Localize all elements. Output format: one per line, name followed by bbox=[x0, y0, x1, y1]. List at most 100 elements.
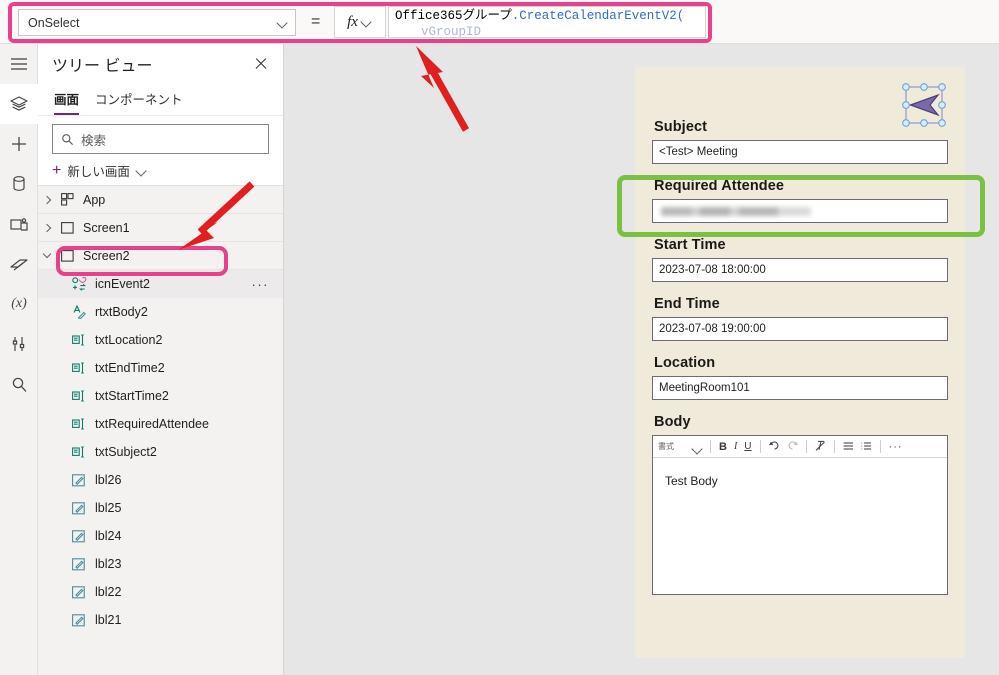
tree-item-lbl23[interactable]: lbl23 bbox=[38, 550, 283, 578]
rich-text-editor[interactable]: 書式 B I U ··· Test Body bbox=[652, 435, 948, 595]
toolbar-divider bbox=[879, 440, 881, 453]
input-start-time[interactable]: 2023-07-08 18:00:00 bbox=[652, 258, 948, 282]
tree-item-screen1[interactable]: Screen1 bbox=[38, 214, 283, 242]
collapse-caret-icon[interactable] bbox=[38, 242, 56, 270]
tree-item-txtendtime2[interactable]: txtEndTime2 bbox=[38, 354, 283, 382]
toolbar-divider bbox=[833, 440, 835, 453]
equals-sign: = bbox=[311, 13, 321, 30]
property-select[interactable]: OnSelect bbox=[18, 9, 296, 36]
label-icon bbox=[68, 585, 90, 599]
tree-item-label: rtxtBody2 bbox=[95, 305, 148, 319]
richtext-icon bbox=[68, 305, 90, 319]
label-icon bbox=[68, 557, 90, 571]
tree-item-lbl24[interactable]: lbl24 bbox=[38, 522, 283, 550]
new-screen-label: 新しい画面 bbox=[67, 165, 130, 179]
input-required-attendee[interactable] bbox=[652, 199, 948, 223]
tree-item-screen2[interactable]: Screen2 bbox=[38, 242, 283, 270]
text-style-group: B I U bbox=[719, 441, 752, 453]
formula-function: .CreateCalendarEventV2( bbox=[511, 9, 685, 23]
tree-item-app[interactable]: App bbox=[38, 186, 283, 214]
tree-view-header: ツリー ビュー bbox=[38, 44, 283, 84]
input-location-value: MeetingRoom101 bbox=[659, 382, 750, 394]
hamburger-menu-icon[interactable] bbox=[0, 44, 38, 84]
input-subject-value: <Test> Meeting bbox=[659, 146, 738, 158]
tree-item-label: App bbox=[83, 192, 106, 207]
label-icon bbox=[68, 613, 90, 627]
formula-bar: OnSelect = fx Office365グループ.CreateCalend… bbox=[0, 0, 999, 44]
tree-item-label: lbl22 bbox=[95, 585, 122, 599]
tree-item-txtrequiredattendee[interactable]: txtRequiredAttendee bbox=[38, 410, 283, 438]
redo-icon[interactable] bbox=[787, 441, 798, 453]
expand-caret-icon[interactable] bbox=[38, 214, 56, 242]
textinput-icon bbox=[68, 390, 90, 402]
data-cylinder-icon[interactable] bbox=[0, 164, 38, 204]
toolbar-divider bbox=[710, 440, 711, 453]
tree-item-label: lbl23 bbox=[95, 557, 122, 571]
rich-text-content[interactable]: Test Body bbox=[653, 458, 947, 488]
app-screen-preview: Subject <Test> Meeting Required Attendee… bbox=[635, 67, 965, 658]
power-automate-icon[interactable] bbox=[0, 244, 38, 284]
input-required-attendee-value-redacted bbox=[661, 206, 811, 216]
app-icon bbox=[56, 193, 78, 206]
send-paper-plane-icon[interactable] bbox=[899, 81, 949, 129]
tree-item-label: txtSubject2 bbox=[95, 445, 157, 459]
tree-item-more-menu[interactable]: ··· bbox=[252, 277, 270, 292]
label-start-time: Start Time bbox=[654, 237, 726, 253]
formula-line-1: Office365グループ.CreateCalendarEventV2( bbox=[395, 9, 701, 24]
tree-view-icon[interactable] bbox=[0, 84, 38, 124]
label-location: Location bbox=[654, 355, 716, 371]
input-end-time[interactable]: 2023-07-08 19:00:00 bbox=[652, 317, 948, 341]
tree-item-label: lbl26 bbox=[95, 473, 122, 487]
search-icon[interactable] bbox=[0, 364, 38, 404]
close-icon[interactable] bbox=[251, 54, 271, 74]
tree-item-icnevent2[interactable]: icnEvent2 ··· bbox=[38, 270, 283, 298]
formula-input[interactable]: Office365グループ.CreateCalendarEventV2( vGr… bbox=[388, 6, 706, 38]
tree-item-txtlocation2[interactable]: txtLocation2 bbox=[38, 326, 283, 354]
tab-components[interactable]: コンポーネント bbox=[95, 89, 183, 115]
tree-item-txtsubject2[interactable]: txtSubject2 bbox=[38, 438, 283, 466]
tree-item-lbl21[interactable]: lbl21 bbox=[38, 606, 283, 634]
clear-format-icon[interactable] bbox=[815, 440, 826, 454]
rich-text-toolbar: 書式 B I U ··· bbox=[653, 436, 947, 458]
tree-item-label: lbl21 bbox=[95, 613, 122, 627]
numbered-list-icon[interactable] bbox=[861, 441, 872, 453]
property-select-value: OnSelect bbox=[28, 15, 80, 30]
tree-item-lbl26[interactable]: lbl26 bbox=[38, 466, 283, 494]
underline-button[interactable]: U bbox=[744, 441, 751, 452]
search-zone: 検索 bbox=[38, 116, 283, 156]
tree-item-rtxtbody2[interactable]: rtxtBody2 bbox=[38, 298, 283, 326]
undo-icon[interactable] bbox=[768, 441, 780, 453]
tools-settings-icon[interactable] bbox=[0, 324, 38, 364]
input-subject[interactable]: <Test> Meeting bbox=[652, 140, 948, 164]
tree-item-label: lbl25 bbox=[95, 501, 122, 515]
new-screen-button[interactable]: + 新しい画面 bbox=[38, 156, 283, 186]
bold-button[interactable]: B bbox=[719, 441, 727, 453]
tab-screens[interactable]: 画面 bbox=[54, 89, 80, 115]
textinput-icon bbox=[68, 446, 90, 458]
chevron-down-icon bbox=[277, 17, 289, 29]
variables-icon[interactable]: (x) bbox=[0, 284, 38, 324]
search-icon bbox=[62, 133, 74, 145]
tree-item-lbl22[interactable]: lbl22 bbox=[38, 578, 283, 606]
tree-view-title: ツリー ビュー bbox=[52, 58, 153, 75]
tree-item-label: txtRequiredAttendee bbox=[95, 417, 209, 431]
textinput-icon bbox=[68, 334, 90, 346]
search-input[interactable]: 検索 bbox=[52, 124, 269, 154]
tree-item-lbl25[interactable]: lbl25 bbox=[38, 494, 283, 522]
fx-button[interactable]: fx bbox=[334, 6, 386, 38]
style-dropdown[interactable]: 書式 bbox=[658, 441, 700, 452]
search-placeholder: 検索 bbox=[81, 133, 107, 148]
label-body: Body bbox=[654, 414, 691, 430]
tree-item-txtstarttime2[interactable]: txtStartTime2 bbox=[38, 382, 283, 410]
italic-button[interactable]: I bbox=[734, 441, 737, 452]
screen-icon bbox=[56, 221, 78, 234]
media-icon[interactable] bbox=[0, 204, 38, 244]
toolbar-overflow-button[interactable]: ··· bbox=[889, 441, 903, 453]
list-group bbox=[843, 441, 872, 453]
input-location[interactable]: MeetingRoom101 bbox=[652, 376, 948, 400]
insert-plus-icon[interactable] bbox=[0, 124, 38, 164]
tree-item-label: Screen2 bbox=[83, 248, 130, 263]
expand-caret-icon[interactable] bbox=[38, 186, 56, 214]
tree-item-label: lbl24 bbox=[95, 529, 122, 543]
bullet-list-icon[interactable] bbox=[843, 441, 854, 453]
